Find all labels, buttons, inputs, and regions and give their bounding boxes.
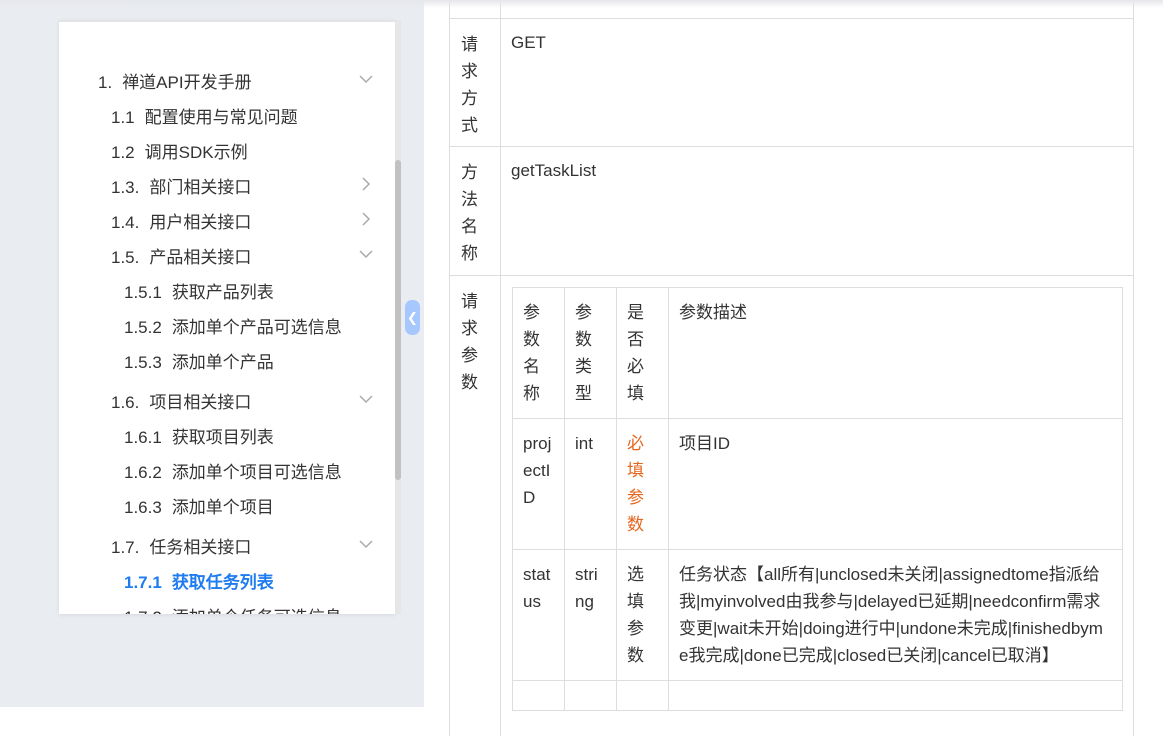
toc-item-number: 1.6.1	[124, 428, 162, 447]
toc-item-number: 1.5.2	[124, 318, 162, 337]
param-type: string	[564, 549, 617, 681]
name-label: 方法名称	[450, 147, 501, 275]
header-cell: 参数类型	[564, 287, 617, 419]
toc-item-label: 获取任务列表	[171, 573, 274, 592]
toc-item-label: 获取产品列表	[171, 283, 274, 302]
toc-item-label: 添加单个产品	[171, 353, 274, 372]
toc-item-label: 项目相关接口	[149, 393, 252, 412]
toc-item-number: 1.6.	[111, 393, 140, 412]
toc-item-number: 1.7.1	[124, 573, 162, 592]
toc-item[interactable]: 1.5. 产品相关接口	[111, 243, 251, 268]
toc-item-label: 任务相关接口	[149, 538, 252, 557]
collapse-sidebar-button[interactable]: ❮	[405, 300, 420, 335]
table-header-row: 参数名称 参数类型 是否必填 参数描述	[512, 287, 1123, 419]
toc-item-number: 1.6.2	[124, 463, 162, 482]
param-type: int	[564, 418, 617, 550]
toc-item[interactable]: 1.5.1 获取产品列表	[124, 278, 274, 303]
toc-item-label: 添加单个任务可选信息	[172, 608, 342, 614]
params-table: 参数名称 参数类型 是否必填 参数描述 projectID int 必填参数 项…	[512, 287, 1123, 711]
toc-item-number: 1.6.3	[124, 498, 162, 517]
toc-item[interactable]: 1.2 调用SDK示例	[111, 138, 248, 163]
toc-item-number: 1.1	[111, 108, 135, 127]
chevron-right-icon[interactable]	[359, 177, 371, 191]
table-row: status string 选填参数 任务状态【all所有|unclosed未关…	[512, 549, 1123, 681]
param-required: 选填参数	[616, 549, 669, 681]
toc-item[interactable]: 1.3. 部门相关接口	[111, 173, 251, 198]
chevron-down-icon[interactable]	[359, 537, 373, 549]
chevron-down-icon[interactable]	[359, 392, 373, 404]
name-value: getTaskList	[511, 161, 597, 180]
toc-item[interactable]: 1.7.2 添加单个任务可选信息	[124, 603, 342, 614]
toc-item[interactable]: 1.4. 用户相关接口	[111, 208, 251, 233]
toc-item-label: 调用SDK示例	[144, 143, 248, 162]
toc-scrollbar[interactable]	[395, 20, 401, 614]
toc-item[interactable]: 1.7. 任务相关接口	[111, 533, 251, 558]
toc-item-number: 1.	[98, 73, 113, 92]
param-desc: 任务状态【all所有|unclosed未关闭|assignedtome指派给我|…	[668, 549, 1123, 681]
header-cell: 参数名称	[512, 287, 565, 419]
method-value: GET	[511, 33, 546, 52]
toc-item-label: 添加单个产品可选信息	[171, 318, 342, 337]
method-label: 请求方式	[450, 19, 501, 146]
toc-item-label: 部门相关接口	[149, 178, 252, 197]
toc-item-label: 配置使用与常见问题	[144, 108, 298, 127]
toc-item[interactable]: 1.6.2 添加单个项目可选信息	[124, 458, 342, 483]
toc-item-label: 产品相关接口	[149, 248, 252, 267]
toc-item[interactable]: 1.6.1 获取项目列表	[124, 423, 274, 448]
toc-item-label: 禅道API开发手册	[122, 73, 252, 92]
toc-item-number: 1.7.2	[124, 608, 162, 614]
param-name: projectID	[512, 418, 565, 550]
toc-item[interactable]: 1. 禅道API开发手册	[98, 68, 252, 93]
header-cell: 是否必填	[616, 287, 669, 419]
toc-panel: 1. 禅道API开发手册 1.1 配置使用与常见问题 1.2 调用SDK示例 1.3. 部门相…	[59, 20, 395, 614]
toc-item-number: 1.5.3	[124, 353, 162, 372]
param-name: status	[512, 549, 565, 681]
params-label: 请求参数	[450, 276, 501, 736]
toc-item[interactable]: 1.6.3 添加单个项目	[124, 493, 274, 518]
toc-item-number: 1.7.	[111, 538, 140, 557]
scrollbar-thumb[interactable]	[395, 160, 401, 480]
toc-item[interactable]: 1.6. 项目相关接口	[111, 388, 251, 413]
param-desc: 项目ID	[668, 418, 1123, 550]
header-cell: 参数描述	[668, 287, 1123, 419]
toc-item-number: 1.4.	[111, 213, 140, 232]
toc-item[interactable]: 1.5.3 添加单个产品	[124, 348, 274, 373]
chevron-down-icon[interactable]	[359, 247, 373, 259]
toc-item-number: 1.5.	[111, 248, 140, 267]
toc-item-number: 1.2	[111, 143, 135, 162]
toc-item-label: 获取项目列表	[171, 428, 274, 447]
param-required: 必填参数	[616, 418, 669, 550]
header-shadow	[0, 0, 1163, 8]
toc-item-label: 用户相关接口	[149, 213, 252, 232]
toc-item-number: 1.5.1	[124, 283, 162, 302]
chevron-right-icon[interactable]	[359, 212, 371, 226]
toc-item-label: 添加单个项目可选信息	[171, 463, 342, 482]
toc-item[interactable]: 1.5.2 添加单个产品可选信息	[124, 313, 342, 338]
toc-item-label: 添加单个项目	[171, 498, 274, 517]
toc-item-number: 1.3.	[111, 178, 140, 197]
toc-item[interactable]: 1.7.1 获取任务列表	[124, 568, 274, 593]
toc-item[interactable]: 1.1 配置使用与常见问题	[111, 103, 298, 128]
chevron-left-icon: ❮	[407, 309, 418, 325]
chevron-down-icon[interactable]	[359, 72, 373, 84]
api-doc-table: 请求方式 GET 方法名称 getTaskList 请求参数 参数名称 参数类型…	[449, 0, 1134, 736]
table-row: projectID int 必填参数 项目ID	[512, 418, 1123, 550]
